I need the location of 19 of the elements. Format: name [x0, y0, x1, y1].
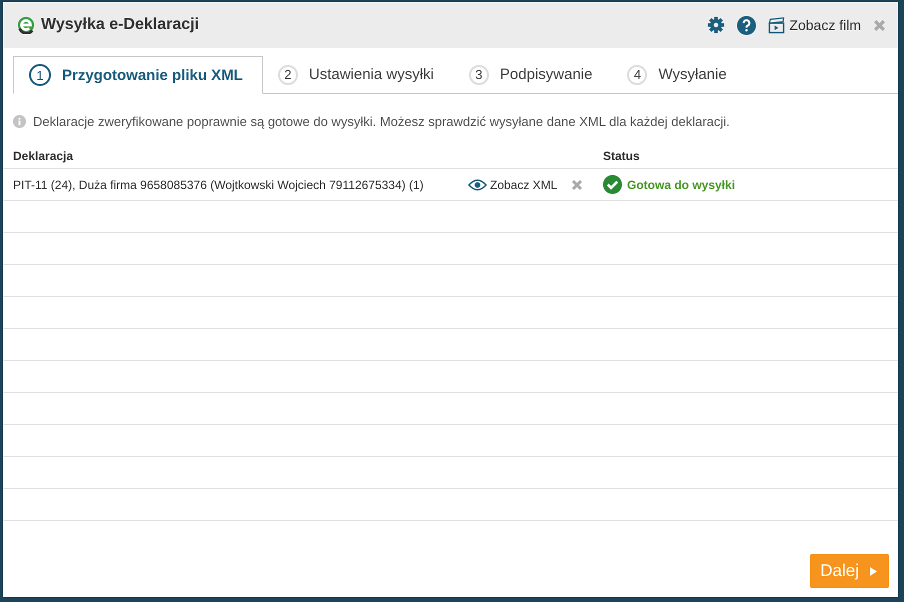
help-icon[interactable] — [737, 16, 756, 34]
status-text: Gotowa do wysyłki — [627, 178, 736, 192]
table-cell-text: PIT-11 (24), Duża firma 9658085376 (Wojtkowski Wojciech 79112675334) (1) — [13, 178, 425, 192]
step-tab[interactable]: 1 Przygotowanie pliku XML — [13, 56, 263, 94]
step-tab[interactable]: 2 Ustawienia wysyłki — [262, 56, 454, 94]
eye-icon — [468, 178, 487, 190]
column-header: Deklaracja — [13, 149, 74, 163]
info-text: Deklaracje zweryfikowane poprawnie są gotowe do wysyłki. Możesz sprawdzić wysyłane dane XML dla każdej deklaracji. — [33, 114, 730, 129]
video-link[interactable]: Zobacz film — [768, 16, 861, 34]
step-tab[interactable]: 4 Wysyłanie — [612, 56, 747, 94]
info-icon — [13, 115, 26, 128]
view-xml-link[interactable]: Zobacz XML — [468, 178, 558, 192]
column-header: Status — [603, 149, 641, 163]
clapperboard-icon — [768, 16, 786, 34]
window-title: Wysyłka e-Deklaracji — [41, 16, 200, 34]
settings-icon[interactable] — [707, 16, 726, 34]
logo-icon — [17, 16, 35, 34]
play-icon — [870, 566, 877, 576]
step-tab[interactable]: 3 Podpisywanie — [454, 56, 612, 94]
